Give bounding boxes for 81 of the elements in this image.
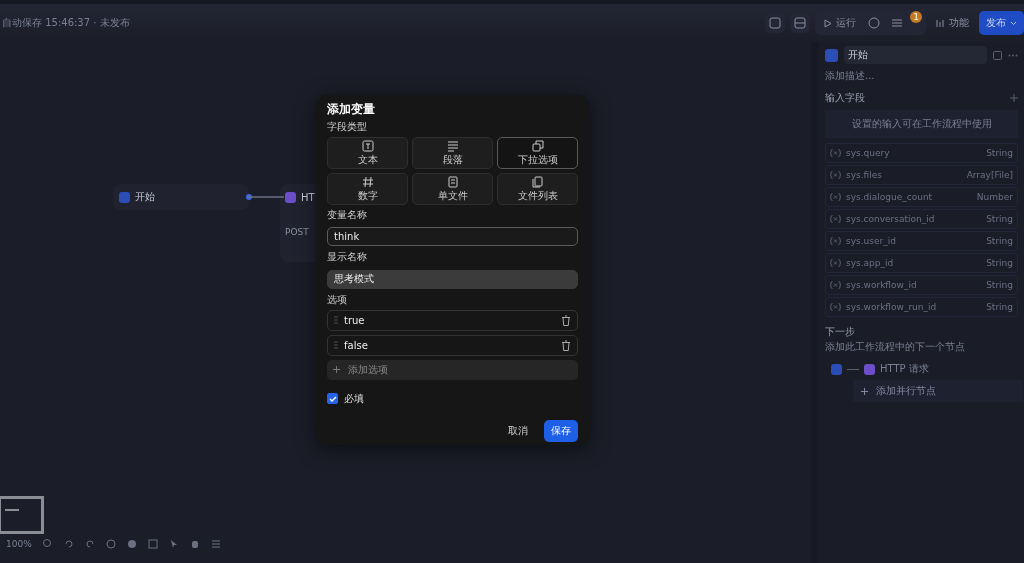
field-type-option[interactable]: 单文件 — [412, 173, 493, 205]
variable-icon — [830, 193, 841, 201]
zoom-in-icon[interactable] — [42, 539, 53, 549]
next-node[interactable]: HTTP 请求 — [880, 362, 929, 376]
section-hint: 添加此工作流程中的下一个节点 — [825, 340, 966, 354]
section-title: 下一步 — [825, 325, 856, 339]
variable-name: sys.workflow_run_id — [846, 302, 938, 312]
description-placeholder[interactable]: 添加描述... — [825, 69, 1018, 83]
variable-icon — [830, 215, 841, 223]
variable-icon — [830, 303, 841, 311]
section-title: 输入字段 — [825, 91, 865, 105]
field-type-option[interactable]: 下拉选项 — [497, 137, 578, 169]
start-node[interactable]: 开始 — [113, 184, 249, 210]
documents-icon — [531, 175, 544, 188]
add-parallel-button[interactable]: 添加并行节点 — [853, 380, 1023, 402]
variable-icon — [830, 149, 841, 157]
empty-hint: 设置的输入可在工作流程中使用 — [825, 110, 1018, 138]
variable-name: sys.user_id — [846, 236, 897, 246]
field-label: 变量名称 — [327, 208, 368, 222]
run-button[interactable]: 运行 — [819, 13, 861, 33]
plus-icon — [861, 387, 868, 395]
add-option-button[interactable]: 添加选项 — [327, 359, 578, 380]
field-type-option[interactable]: 文本 — [327, 137, 408, 169]
variable-icon — [830, 237, 841, 245]
variable-icon — [830, 281, 841, 289]
features-icon — [936, 18, 945, 28]
cancel-button[interactable]: 取消 — [502, 422, 534, 439]
save-button[interactable]: 保存 — [544, 419, 578, 442]
dialog-title: 添加变量 — [327, 101, 376, 118]
field-label: 字段类型 — [327, 120, 368, 134]
paragraph-icon — [446, 139, 459, 152]
publish-button[interactable]: 发布 — [979, 11, 1024, 35]
display-name-input[interactable]: 思考模式 — [327, 269, 578, 289]
notification-badge: 1 — [910, 11, 922, 23]
connection-port[interactable] — [246, 194, 252, 200]
copy-icon — [531, 139, 544, 152]
layout-icon[interactable] — [790, 13, 810, 33]
undo-icon[interactable] — [63, 539, 74, 549]
variable-icon — [830, 259, 841, 267]
hash-icon — [361, 175, 374, 188]
variable-type: String — [986, 236, 1013, 246]
zoom-level[interactable]: 100% — [6, 539, 32, 549]
variable-name: sys.conversation_id — [846, 214, 936, 224]
node-title-field[interactable]: 开始 — [844, 46, 987, 64]
field-label: 选项 — [327, 292, 348, 307]
variable-name: sys.files — [846, 170, 883, 180]
variable-name-input[interactable]: think — [327, 227, 578, 246]
variable-name: sys.workflow_id — [846, 280, 918, 290]
variable-icon — [830, 171, 841, 179]
delete-icon[interactable] — [561, 339, 571, 351]
variable-type: String — [986, 258, 1013, 268]
delete-icon[interactable] — [561, 314, 571, 326]
http-method: POST — [285, 227, 310, 237]
field-type-option[interactable]: 段落 — [412, 137, 493, 169]
text-icon — [361, 139, 374, 152]
document-icon — [446, 175, 459, 188]
variable-type: String — [986, 148, 1013, 158]
redo-icon[interactable] — [84, 539, 95, 549]
variable-name: sys.app_id — [846, 258, 895, 268]
required-checkbox[interactable] — [327, 393, 338, 404]
variable-type: String — [986, 280, 1013, 290]
variable-type: Array[File] — [966, 170, 1013, 180]
edge-line — [248, 195, 284, 199]
pointer-icon[interactable] — [168, 539, 179, 549]
features-button[interactable]: 功能 — [931, 13, 974, 33]
field-label: 显示名称 — [327, 250, 368, 264]
required-label: 必填 — [344, 391, 364, 406]
save-status: 自动保存 15:46:37 · 未发布 — [2, 16, 130, 30]
add-icon[interactable] — [1010, 94, 1018, 102]
variable-type: String — [986, 214, 1013, 224]
variable-name: sys.dialogue_count — [846, 192, 934, 202]
variable-type: Number — [976, 192, 1013, 202]
variable-name: sys.query — [846, 148, 891, 158]
layout-icon[interactable] — [210, 539, 221, 549]
play-icon — [824, 18, 832, 28]
caret-icon — [1010, 20, 1017, 26]
plus-icon — [333, 366, 340, 373]
field-type-option[interactable]: 数字 — [327, 173, 408, 205]
variable-type: String — [986, 302, 1013, 312]
more-icon[interactable] — [1008, 53, 1018, 57]
field-type-option[interactable]: 文件列表 — [497, 173, 578, 205]
